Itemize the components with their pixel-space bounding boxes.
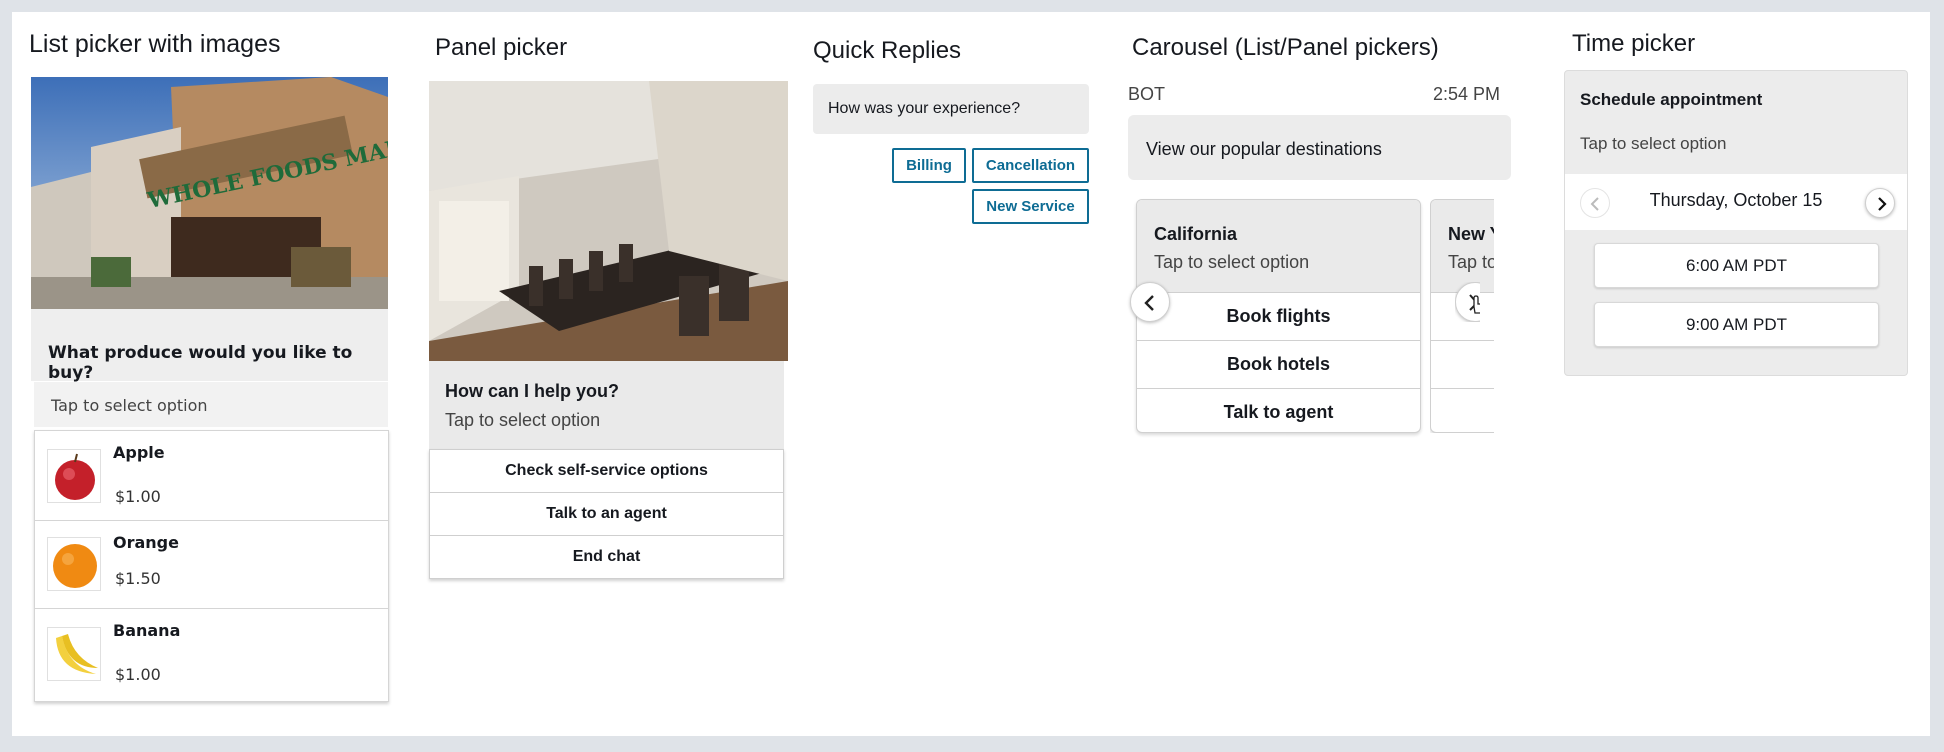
card-header — [1431, 200, 1494, 292]
card-header — [1137, 200, 1420, 292]
quick-replies-message: How was your experience? — [813, 84, 1089, 134]
chevron-left-icon — [1144, 295, 1154, 311]
message-timestamp: 2:54 PM — [1433, 84, 1501, 104]
option-book-hotels[interactable]: Book hotels — [1137, 340, 1420, 387]
item-price: $1.00 — [115, 487, 161, 506]
card-tap-hint: Tap to select option — [1154, 252, 1310, 272]
list-picker-title: List picker with images — [29, 30, 281, 58]
sender-label: BOT — [1128, 84, 1166, 104]
carousel-message: View our popular destinations — [1128, 115, 1511, 180]
panel-picker-title: Panel picker — [435, 34, 568, 61]
item-name: Orange — [113, 533, 179, 552]
billing-button[interactable]: Billing — [892, 148, 966, 183]
chevron-right-icon — [1878, 197, 1887, 211]
option-talk-to-agent[interactable]: Talk to agent — [1137, 388, 1420, 432]
item-price: $1.50 — [115, 569, 161, 588]
time-slot-9am[interactable]: 9:00 AM PDT — [1594, 302, 1879, 347]
selected-date: Thursday, October 15 — [1649, 190, 1823, 210]
item-name: Banana — [113, 621, 181, 640]
previous-date-button[interactable] — [1580, 188, 1610, 218]
time-picker-heading: Schedule appointment — [1580, 90, 1763, 109]
card-option[interactable] — [1431, 340, 1494, 387]
time-picker-title: Time picker — [1572, 30, 1696, 57]
apple-image — [47, 449, 101, 503]
panel-picker-header: How can I help you? Tap to select option — [429, 361, 784, 449]
option-talk-to-agent[interactable]: Talk to an agent — [430, 492, 783, 534]
card-tap-hint: Tap to — [1448, 252, 1494, 272]
option-book-flights[interactable]: Book flights — [1137, 292, 1420, 339]
new-service-button[interactable]: New Service — [972, 189, 1089, 224]
option-check-self-service[interactable]: Check self-service options — [430, 449, 783, 491]
time-picker-tap-hint: Tap to select option — [1580, 134, 1727, 153]
quick-replies-title: Quick Replies — [813, 37, 962, 64]
carousel-card-california: California Tap to select option Book fli… — [1136, 199, 1421, 433]
panel-picker-tap-hint: Tap to select option — [445, 410, 601, 430]
banana-image — [47, 627, 101, 681]
card-option[interactable] — [1431, 388, 1494, 432]
store-image: WHOLE FOODS MARKET — [31, 77, 388, 309]
carousel-title: Carousel (List/Panel pickers) — [1132, 34, 1439, 61]
cancellation-button[interactable]: Cancellation — [972, 148, 1089, 183]
card-title: New Y — [1448, 224, 1494, 244]
next-date-button[interactable] — [1865, 188, 1895, 218]
list-item-apple[interactable]: Apple $1.00 — [35, 430, 388, 520]
conference-room-image — [429, 81, 788, 361]
list-item-banana[interactable]: Banana $1.00 — [35, 608, 388, 701]
card-title: California — [1154, 224, 1238, 244]
list-picker-question: What produce would you like to buy? — [31, 309, 388, 383]
panel-picker-heading: How can I help you? — [445, 381, 620, 401]
list-item-orange[interactable]: Orange $1.50 — [35, 520, 388, 608]
list-picker-tap-hint: Tap to select option — [34, 382, 388, 427]
panel-picker-options: Check self-service options Talk to an ag… — [429, 449, 784, 579]
item-name: Apple — [113, 443, 165, 462]
chevron-left-icon — [1590, 197, 1599, 211]
option-end-chat[interactable]: End chat — [430, 535, 783, 577]
time-slot-6am[interactable]: 6:00 AM PDT — [1594, 243, 1879, 288]
canvas: List picker with images WHOLE FOODS MARK… — [12, 12, 1930, 736]
carousel-prev-button[interactable] — [1130, 282, 1170, 322]
item-price: $1.00 — [115, 665, 161, 684]
orange-image — [47, 537, 101, 591]
list-picker-options: Apple $1.00 Orange $1.50 Banana $1.00 — [34, 430, 389, 702]
